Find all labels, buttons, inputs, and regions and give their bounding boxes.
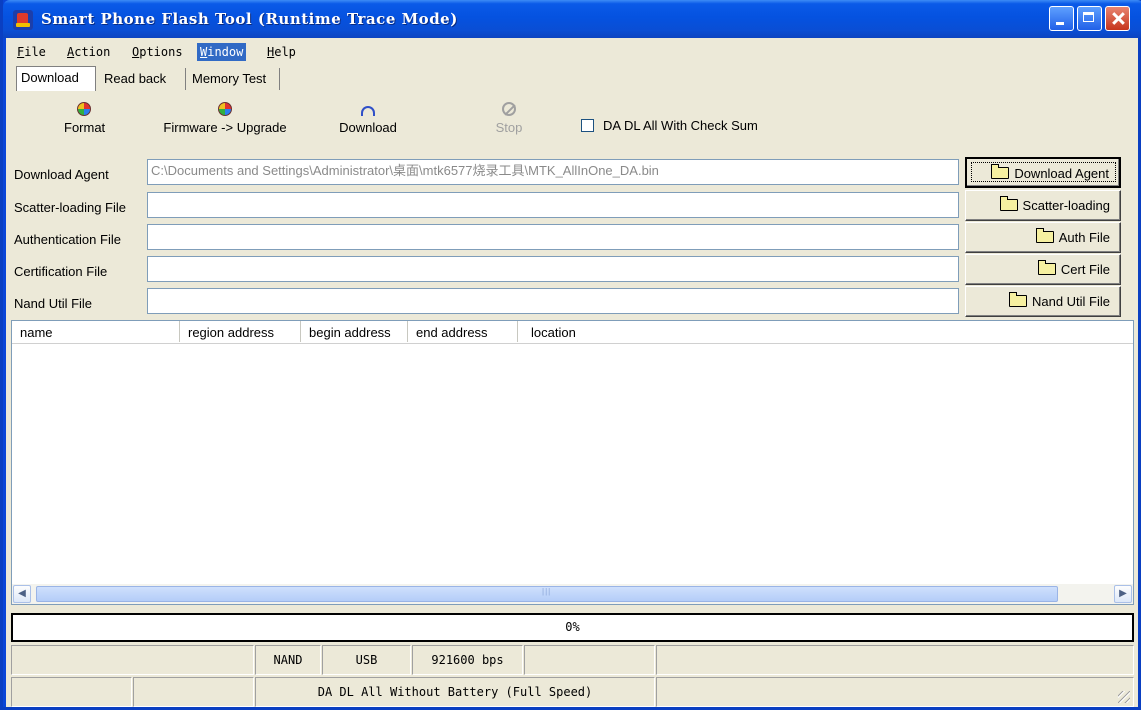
status-cell-empty (11, 677, 132, 707)
window-title: Smart Phone Flash Tool (Runtime Trace Mo… (41, 10, 458, 28)
auth-button-label: Auth File (1058, 230, 1110, 245)
menu-options[interactable]: Options (129, 43, 186, 61)
status-bar-bottom: DA DL All Without Battery (Full Speed) (6, 677, 1138, 707)
checkbox-box[interactable] (581, 119, 594, 132)
stop-label: Stop (495, 120, 523, 135)
list-header: name region address begin address end ad… (12, 321, 1133, 344)
close-button[interactable] (1105, 6, 1130, 31)
scatter-row: Scatter-loading File Scatter-loading (6, 190, 1138, 222)
status-cell-empty (11, 645, 254, 675)
progress-text: 0% (565, 620, 580, 634)
stop-icon (502, 102, 516, 116)
folder-icon (1037, 260, 1056, 275)
column-region-address[interactable]: region address (180, 321, 301, 342)
scatter-input[interactable] (147, 192, 959, 218)
status-bar-top: NAND USB 921600 bps (6, 645, 1138, 675)
title-bar[interactable]: Smart Phone Flash Tool (Runtime Trace Mo… (3, 0, 1141, 38)
column-end-address[interactable]: end address (408, 321, 518, 342)
tab-memory-test[interactable]: Memory Test (188, 68, 280, 90)
download-agent-input[interactable]: C:\Documents and Settings\Administrator\… (147, 159, 959, 185)
menu-window[interactable]: Window (197, 43, 247, 61)
format-label: Format (64, 120, 106, 135)
nand-util-label: Nand Util File (14, 296, 93, 311)
region-list[interactable]: name region address begin address end ad… (11, 320, 1134, 605)
status-storage: NAND (255, 645, 321, 675)
download-icon (361, 106, 375, 116)
folder-icon (991, 164, 1010, 179)
folder-icon (1035, 228, 1054, 243)
cert-input[interactable] (147, 256, 959, 282)
cert-label: Certification File (14, 264, 108, 279)
format-button[interactable]: Format (64, 102, 106, 135)
toolbar: Format Firmware -> Upgrade Download Stop… (6, 98, 1138, 153)
app-window: Smart Phone Flash Tool (Runtime Trace Mo… (0, 0, 1141, 710)
firmware-upgrade-button[interactable]: Firmware -> Upgrade (158, 102, 292, 135)
download-agent-button[interactable]: Download Agent (965, 157, 1121, 188)
status-mode: DA DL All Without Battery (Full Speed) (255, 677, 655, 707)
column-begin-address[interactable]: begin address (301, 321, 408, 342)
auth-file-button[interactable]: Auth File (965, 222, 1121, 253)
auth-label: Authentication File (14, 232, 121, 247)
stop-button[interactable]: Stop (491, 102, 527, 135)
download-agent-row: Download Agent C:\Documents and Settings… (6, 157, 1138, 189)
auth-row: Authentication File Auth File (6, 222, 1138, 254)
cert-file-button[interactable]: Cert File (965, 254, 1121, 285)
minimize-button[interactable] (1049, 6, 1074, 31)
client-area: File Action Options Window Help Download… (6, 38, 1138, 707)
horizontal-scrollbar[interactable]: ◀ ▶ (12, 584, 1133, 604)
menu-action[interactable]: Action (64, 43, 113, 61)
status-port: USB (322, 645, 411, 675)
firmware-upgrade-label: Firmware -> Upgrade (163, 120, 287, 135)
menu-bar: File Action Options Window Help (6, 39, 1138, 63)
menu-help[interactable]: Help (264, 43, 299, 61)
checksum-label: DA DL All With Check Sum (603, 118, 758, 133)
scroll-right-icon[interactable]: ▶ (1114, 585, 1132, 603)
scroll-left-icon[interactable]: ◀ (13, 585, 31, 603)
app-icon[interactable] (13, 10, 33, 30)
format-icon (77, 102, 91, 116)
firmware-upgrade-icon (218, 102, 232, 116)
scatter-label: Scatter-loading File (14, 200, 126, 215)
download-label: Download (339, 120, 397, 135)
folder-icon (999, 196, 1018, 211)
checksum-checkbox[interactable]: DA DL All With Check Sum (581, 118, 758, 133)
scatter-loading-button[interactable]: Scatter-loading (965, 190, 1121, 221)
status-baud: 921600 bps (412, 645, 523, 675)
status-cell-empty (656, 677, 1134, 707)
nand-util-button[interactable]: Nand Util File (965, 286, 1121, 317)
tab-read-back[interactable]: Read back (100, 68, 186, 90)
status-cell-empty (133, 677, 254, 707)
status-cell-empty (524, 645, 655, 675)
tab-download[interactable]: Download (16, 66, 96, 91)
download-button[interactable]: Download (334, 102, 402, 135)
nand-util-button-label: Nand Util File (1031, 294, 1110, 309)
auth-input[interactable] (147, 224, 959, 250)
resize-grip-icon[interactable] (1118, 691, 1130, 703)
column-location[interactable]: location (518, 321, 638, 342)
cert-button-label: Cert File (1060, 262, 1110, 277)
maximize-button[interactable] (1077, 6, 1102, 31)
status-cell-empty (656, 645, 1134, 675)
progress-bar: 0% (11, 613, 1134, 642)
nand-util-row: Nand Util File Nand Util File (6, 286, 1138, 318)
menu-file[interactable]: File (14, 43, 49, 61)
folder-icon (1008, 292, 1027, 307)
nand-util-input[interactable] (147, 288, 959, 314)
scroll-thumb[interactable] (36, 586, 1058, 602)
cert-row: Certification File Cert File (6, 254, 1138, 286)
scatter-button-label: Scatter-loading (1022, 198, 1110, 213)
column-name[interactable]: name (12, 321, 180, 342)
download-agent-label: Download Agent (14, 167, 109, 182)
